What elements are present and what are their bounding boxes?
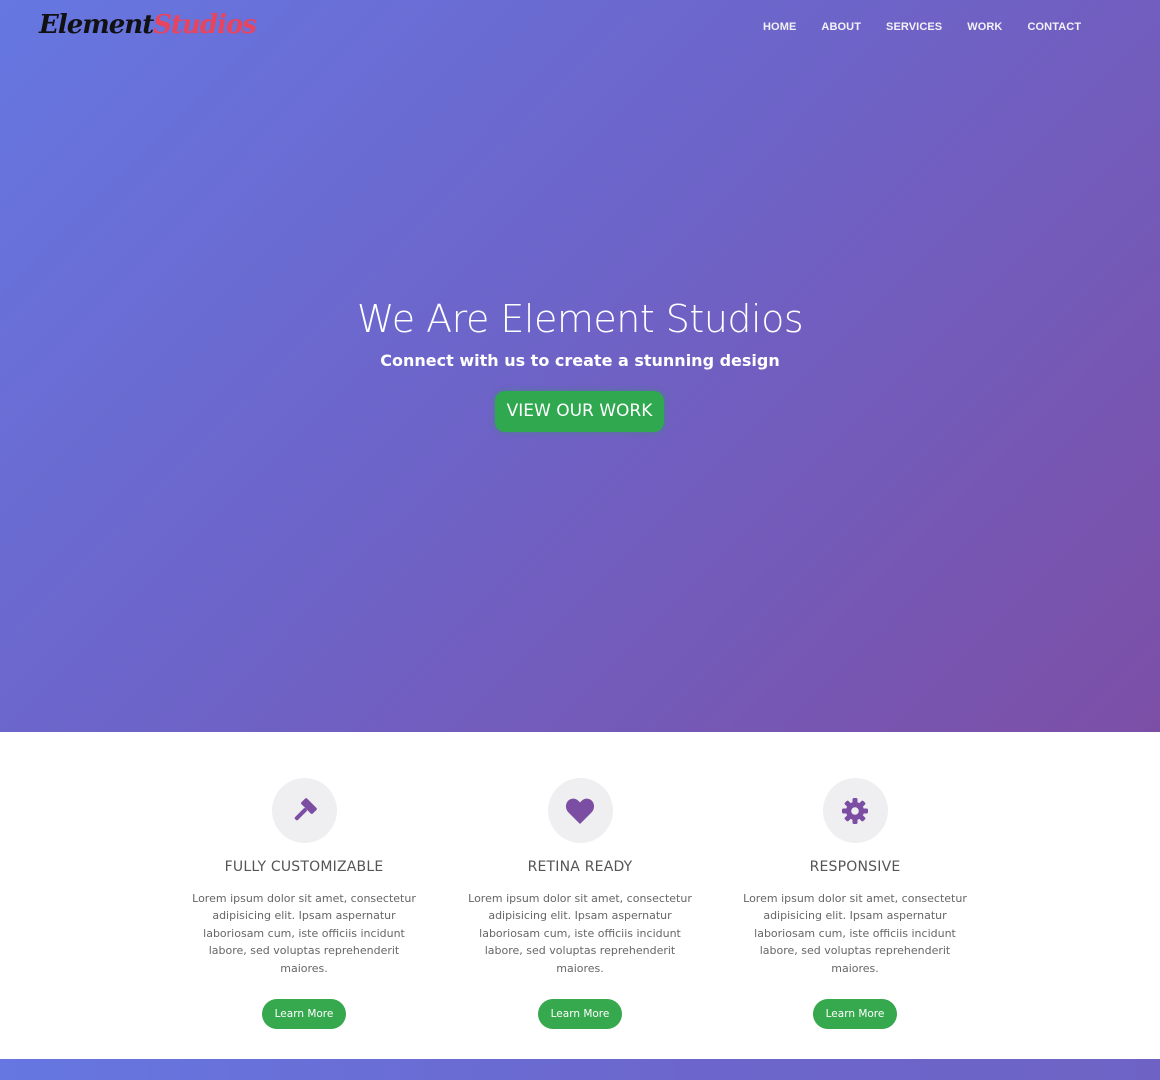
nav-work[interactable]: WORK bbox=[967, 21, 1002, 34]
feature-icon-circle bbox=[822, 778, 888, 843]
brand-logo-part1: Element bbox=[39, 10, 154, 40]
heart-icon bbox=[565, 798, 595, 824]
learn-more-button[interactable]: Learn More bbox=[538, 999, 622, 1030]
gear-icon bbox=[842, 797, 868, 824]
feature-card-responsive: RESPONSIVE Lorem ipsum dolor sit amet, c… bbox=[735, 778, 975, 1030]
feature-icon-circle bbox=[547, 778, 613, 843]
learn-more-button[interactable]: Learn More bbox=[262, 999, 346, 1030]
next-section-strip bbox=[0, 1059, 1160, 1080]
brand-logo-part2: Studios bbox=[153, 10, 257, 40]
feature-description: Lorem ipsum dolor sit amet, consectetur … bbox=[468, 892, 692, 975]
hero-subtitle: Connect with us to create a stunning des… bbox=[380, 351, 780, 370]
feature-title: FULLY CUSTOMIZABLE bbox=[224, 859, 384, 875]
nav-contact[interactable]: CONTACT bbox=[1027, 21, 1081, 34]
feature-title: RESPONSIVE bbox=[809, 859, 901, 875]
hero-title: We Are Element Studios bbox=[356, 297, 804, 341]
brand-logo[interactable]: ElementStudios bbox=[39, 10, 257, 40]
nav-services[interactable]: SERVICES bbox=[886, 21, 942, 34]
feature-card-retina: RETINA READY Lorem ipsum dolor sit amet,… bbox=[460, 778, 700, 1030]
feature-card-customizable: FULLY CUSTOMIZABLE Lorem ipsum dolor sit… bbox=[184, 778, 424, 1030]
nav-home[interactable]: HOME bbox=[763, 21, 796, 34]
nav-about[interactable]: ABOUT bbox=[821, 21, 861, 34]
feature-title: RETINA READY bbox=[527, 859, 633, 875]
gavel-icon bbox=[294, 797, 317, 820]
main-nav: HOME ABOUT SERVICES WORK CONTACT bbox=[763, 21, 1106, 34]
view-our-work-button[interactable]: VIEW OUR WORK bbox=[495, 391, 664, 432]
feature-icon-circle bbox=[271, 778, 337, 843]
feature-description: Lorem ipsum dolor sit amet, consectetur … bbox=[192, 892, 416, 975]
feature-description: Lorem ipsum dolor sit amet, consectetur … bbox=[743, 892, 967, 975]
hero-section: ElementStudios HOME ABOUT SERVICES WORK … bbox=[0, 0, 1160, 732]
learn-more-button[interactable]: Learn More bbox=[813, 999, 897, 1030]
